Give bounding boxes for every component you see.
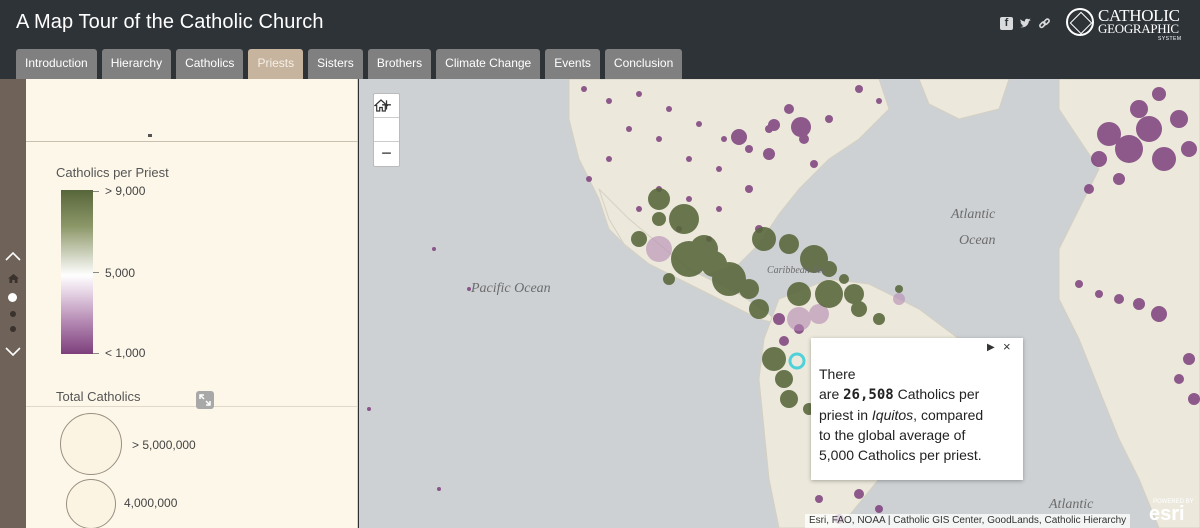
pacific-ocean-label: Pacific Ocean [471,281,551,296]
popup-text: , compared [913,407,984,423]
caribbean-sea-label: Caribbean Sea [767,265,827,276]
home-icon [374,99,388,112]
popup-text: 5,000 Catholics per priest. [819,447,982,463]
atlantic-ocean-label: Atlantic [951,207,996,222]
ramp-tick [93,191,99,192]
color-ramp [61,190,93,354]
tour-dot-current[interactable] [8,293,17,302]
tab-introduction[interactable]: Introduction [16,49,97,79]
esri-wordmark: esri [1149,503,1185,525]
size-label-large: > 5,000,000 [132,438,196,452]
atlantic-ocean-label-2: Ocean [959,233,996,248]
tab-sisters[interactable]: Sisters [308,49,363,79]
ramp-label-low: < 1,000 [105,346,146,360]
link-icon[interactable] [1038,17,1051,30]
close-icon[interactable]: × [1003,339,1011,354]
divider [26,141,358,142]
tour-dot[interactable] [10,311,16,317]
popup-content: There are 26,508 Catholics per priest in… [819,364,1019,465]
info-popup[interactable]: ▶ × There are 26,508 Catholics per pries… [811,338,1023,480]
popup-text: are [819,386,844,402]
tab-catholics[interactable]: Catholics [176,49,244,79]
zoom-controls: + − [373,93,400,167]
size-symbol-medium [66,479,116,528]
chevron-down-icon[interactable] [4,343,22,361]
ramp-tick [93,353,99,354]
page-title: A Map Tour of the Catholic Church [16,11,324,33]
app-header: A Map Tour of the Catholic Church f CATH… [0,0,1200,79]
chevron-up-icon[interactable] [4,247,22,265]
north-america-landmass [568,79,890,275]
home-extent-button[interactable] [374,99,399,142]
tour-navigation [0,79,26,528]
popup-text: priest in [819,407,872,423]
social-links: f [1000,17,1051,30]
expand-icon[interactable] [196,391,214,409]
ramp-label-high: > 9,000 [105,184,146,198]
size-symbol-large [60,413,122,475]
map-view[interactable]: + − Pacific Ocean Atlantic Ocean Atlanti… [359,79,1200,528]
basemap [367,79,1200,528]
tab-priests[interactable]: Priests [248,49,304,79]
tab-bar: Introduction Hierarchy Catholics Priests… [16,49,683,79]
popup-text: Catholics per [893,386,980,402]
facebook-icon[interactable]: f [1000,17,1013,30]
logo-line2: GEOGRAPHIC [1098,21,1179,36]
popup-place: Iquitos [871,407,914,423]
twitter-icon[interactable] [1019,17,1032,30]
ramp-legend-title: Catholics per Priest [56,165,169,180]
greenland-landmass [918,79,1010,120]
logo-emblem-icon [1066,8,1094,36]
tour-dot[interactable] [10,326,16,332]
popup-text: There [819,366,856,382]
divider [26,406,358,407]
ramp-tick [93,272,99,273]
size-legend-title: Total Catholics [56,389,141,404]
logo-line3: SYSTEM [1158,36,1182,42]
map-attribution: Esri, FAO, NOAA | Catholic GIS Center, G… [805,514,1131,528]
popup-next-icon[interactable]: ▶ [987,342,995,353]
esri-logo[interactable]: POWERED BY esri [1145,499,1197,525]
catholic-geographic-logo[interactable]: CATHOLIC GEOGRAPHIC SYSTEM [1066,6,1192,46]
popup-text: to the global average of [819,427,966,443]
size-label-medium: 4,000,000 [124,496,178,510]
tab-climate-change[interactable]: Climate Change [436,49,541,79]
tab-conclusion[interactable]: Conclusion [604,49,683,79]
legend-panel[interactable]: Catholics per Priest > 9,000 5,000 < 1,0… [26,79,358,528]
zoom-out-button[interactable]: − [374,142,399,166]
ramp-label-mid: 5,000 [105,266,136,280]
popup-value: 26,508 [843,387,894,403]
atlantic-ocean-label-south: Atlantic [1049,497,1094,512]
clipped-text-fragment [148,134,152,137]
tab-events[interactable]: Events [545,49,600,79]
home-icon[interactable] [8,274,19,283]
tab-brothers[interactable]: Brothers [367,49,432,79]
tab-hierarchy[interactable]: Hierarchy [101,49,172,79]
